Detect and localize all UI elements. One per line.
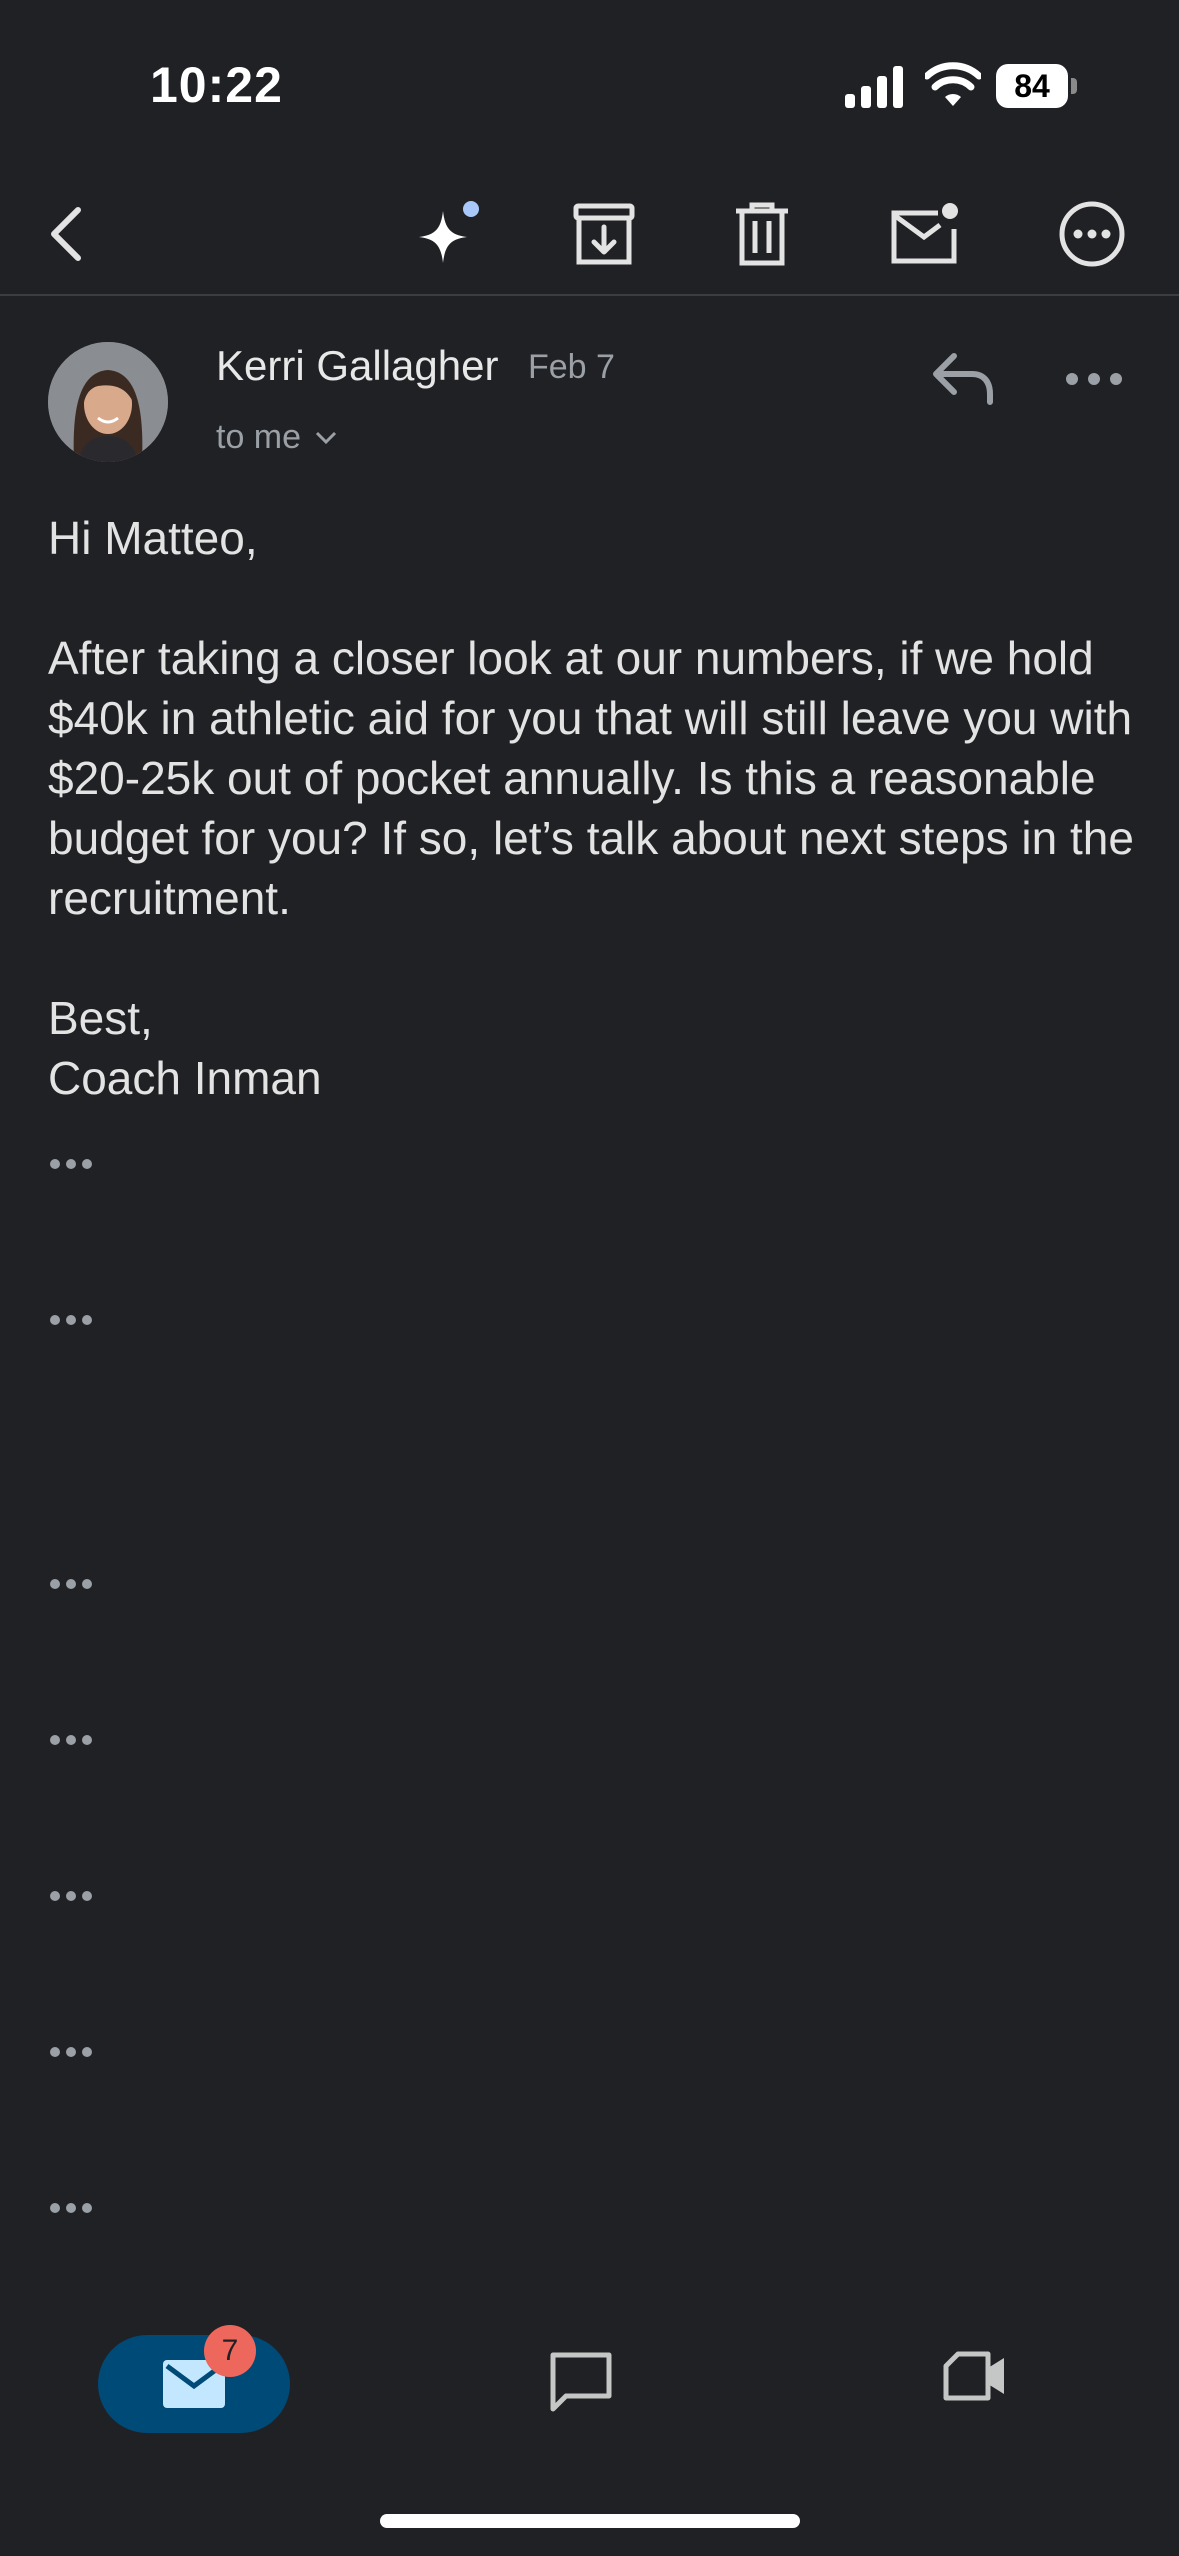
recipient-label: to me	[216, 418, 302, 456]
message-date: Feb 7	[528, 348, 615, 386]
show-trimmed-content-button[interactable]	[50, 1152, 106, 1176]
sender-avatar[interactable]	[48, 342, 168, 462]
battery-indicator: 84	[996, 64, 1080, 108]
status-time: 10:22	[150, 57, 283, 113]
nav-chat-tab[interactable]	[548, 2350, 628, 2426]
unread-count-badge: 7	[204, 2325, 256, 2377]
back-chevron-icon	[51, 207, 81, 261]
reply-icon	[933, 353, 993, 405]
message-body: Hi Matteo, After taking a closer look at…	[48, 508, 1138, 1108]
nav-meet-tab[interactable]	[942, 2350, 1022, 2426]
signoff-text: Best,	[48, 992, 153, 1044]
sender-name[interactable]: Kerri Gallagher	[216, 342, 498, 390]
delete-button[interactable]	[722, 194, 802, 274]
reply-button[interactable]	[928, 344, 998, 410]
message-toolbar	[0, 170, 1179, 296]
sparkle-ai-icon	[419, 201, 479, 263]
horizontal-ellipsis-icon	[1066, 373, 1122, 385]
trash-icon	[736, 202, 788, 266]
nav-mail-tab[interactable]	[98, 2335, 290, 2433]
recipient-toggle[interactable]: to me	[216, 418, 337, 457]
cellular-signal-icon	[845, 66, 903, 108]
signature-text: Coach Inman	[48, 1052, 322, 1104]
back-button[interactable]	[26, 194, 106, 274]
chat-icon	[550, 2352, 612, 2412]
home-indicator[interactable]	[380, 2514, 800, 2528]
mark-unread-icon	[891, 203, 958, 264]
wifi-icon	[925, 62, 981, 106]
archive-button[interactable]	[564, 194, 644, 274]
mark-unread-button[interactable]	[884, 194, 964, 274]
show-trimmed-content-button[interactable]	[50, 2040, 106, 2064]
show-trimmed-content-button[interactable]	[50, 1884, 106, 1908]
more-options-icon	[1059, 201, 1125, 267]
show-trimmed-content-button[interactable]	[50, 1728, 106, 1752]
status-bar: 10:22 84	[0, 0, 1179, 170]
battery-tip	[1071, 78, 1077, 94]
archive-icon	[573, 203, 635, 265]
show-trimmed-content-button[interactable]	[50, 1572, 106, 1596]
bottom-navigation: 7	[0, 2310, 1179, 2470]
avatar-photo	[48, 342, 168, 462]
message-more-button[interactable]	[1060, 354, 1130, 404]
show-trimmed-content-button[interactable]	[50, 1308, 106, 1332]
body-paragraph: After taking a closer look at our number…	[48, 632, 1134, 924]
greeting-text: Hi Matteo,	[48, 512, 258, 564]
battery-level: 84	[1014, 68, 1050, 104]
meet-video-icon	[943, 2351, 1004, 2401]
show-trimmed-content-button[interactable]	[50, 2196, 106, 2220]
chevron-down-icon	[315, 431, 337, 444]
gemini-summary-button[interactable]	[408, 194, 488, 274]
more-options-button[interactable]	[1052, 194, 1132, 274]
